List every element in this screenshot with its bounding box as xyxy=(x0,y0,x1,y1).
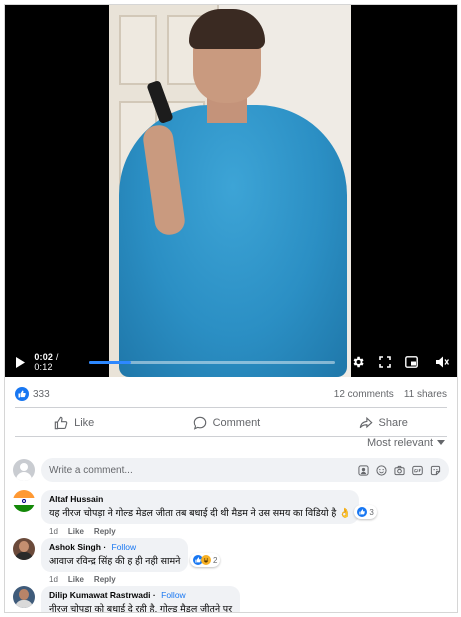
comment-text: नीरज चोपड़ा को बधाई दे रही है, गोल्ड मैड… xyxy=(49,604,233,613)
play-icon[interactable] xyxy=(13,355,26,369)
comment-text: यह नीरज चोपड़ा ने गोल्ड मेडल जीता तब बधा… xyxy=(49,508,351,519)
gif-icon[interactable] xyxy=(411,464,423,476)
shares-count[interactable]: 11 shares xyxy=(404,389,447,400)
comment-like-link[interactable]: Like xyxy=(68,527,84,536)
thumbs-up-icon xyxy=(54,416,68,430)
video-player[interactable]: 0:02 / 0:12 xyxy=(5,5,457,377)
reaction-count: 3 xyxy=(369,507,374,517)
pip-icon[interactable] xyxy=(404,355,418,369)
caret-down-icon xyxy=(437,440,445,445)
emoji-icon[interactable] xyxy=(375,464,387,476)
video-frame-image xyxy=(109,5,351,377)
like-reaction-icon xyxy=(357,507,368,517)
comment-reactions[interactable]: 3 xyxy=(354,505,377,519)
haha-reaction-icon xyxy=(200,555,211,565)
volume-icon[interactable] xyxy=(435,355,449,369)
current-user-avatar[interactable] xyxy=(13,459,35,481)
post-frame: 0:02 / 0:12 333 12 comments 11 shares Li… xyxy=(4,4,458,613)
reaction-count[interactable]: 333 xyxy=(33,389,50,400)
video-controls: 0:02 / 0:12 xyxy=(5,347,457,377)
commenter-avatar[interactable] xyxy=(13,586,35,608)
comment-composer: Write a comment... xyxy=(13,457,449,483)
comment-meta: 1d Like Reply xyxy=(41,575,188,584)
sort-label: Most relevant xyxy=(366,437,433,449)
commenter-name: Dilip Kumawat Rastrwadi · Follow xyxy=(49,590,186,600)
total-time: 0:12 xyxy=(34,362,53,372)
sticker-icon[interactable] xyxy=(429,464,441,476)
share-arrow-icon xyxy=(359,416,373,429)
comment-item: Altaf Hussain यह नीरज चोपड़ा ने गोल्ड मे… xyxy=(13,490,449,536)
comment-item: Dilip Kumawat Rastrwadi · Follow नीरज चो… xyxy=(13,586,449,613)
comment-button[interactable]: Comment xyxy=(173,412,281,434)
current-time: 0:02 xyxy=(34,352,54,362)
follow-link[interactable]: Follow xyxy=(112,542,137,552)
sort-dropdown[interactable]: Most relevant xyxy=(367,437,445,449)
comment-input-placeholder: Write a comment... xyxy=(49,464,133,476)
comment-input[interactable]: Write a comment... xyxy=(41,458,449,482)
comment-bubble: Dilip Kumawat Rastrwadi · Follow नीरज चो… xyxy=(41,586,241,613)
commenter-name: Ashok Singh · Follow xyxy=(49,542,137,552)
avatar-sticker-icon[interactable] xyxy=(357,464,369,476)
comment-time[interactable]: 1d xyxy=(49,527,58,536)
video-time: 0:02 / 0:12 xyxy=(34,352,59,372)
comment-reactions[interactable]: 2 xyxy=(189,553,221,567)
share-button[interactable]: Share xyxy=(339,412,428,434)
comment-time[interactable]: 1d xyxy=(49,575,58,584)
reaction-count: 2 xyxy=(212,555,218,565)
divider xyxy=(15,407,447,408)
post-actions: Like Comment Share xyxy=(5,410,457,436)
comment-item: Ashok Singh · Follow आवाज रविन्द्र सिंह … xyxy=(13,538,449,584)
comment-text: आवाज रविन्द्र सिंह की ह ही नही सामने xyxy=(49,556,181,567)
comment-bubble-icon xyxy=(193,416,206,430)
progress-bar[interactable] xyxy=(89,360,336,364)
comments-count[interactable]: 12 comments xyxy=(334,389,394,400)
settings-icon[interactable] xyxy=(351,355,365,369)
comment-reply-link[interactable]: Reply xyxy=(94,527,116,536)
progress-fill xyxy=(89,360,132,364)
fullscreen-icon[interactable] xyxy=(378,355,391,369)
comment-bubble: Ashok Singh · Follow आवाज रविन्द्र सिंह … xyxy=(41,538,189,572)
comment-like-link[interactable]: Like xyxy=(68,575,84,584)
commenter-avatar[interactable] xyxy=(13,538,35,560)
commenter-avatar[interactable] xyxy=(13,490,35,512)
like-reaction-icon xyxy=(15,387,29,401)
like-button[interactable]: Like xyxy=(34,412,114,434)
commenter-name[interactable]: Altaf Hussain xyxy=(49,494,351,504)
comment-meta: 1d Like Reply xyxy=(41,527,359,536)
follow-link[interactable]: Follow xyxy=(161,590,186,600)
comment-bubble: Altaf Hussain यह नीरज चोपड़ा ने गोल्ड मे… xyxy=(41,490,359,524)
comment-reply-link[interactable]: Reply xyxy=(94,575,116,584)
camera-icon[interactable] xyxy=(393,464,405,476)
post-stats: 333 12 comments 11 shares xyxy=(5,381,457,407)
